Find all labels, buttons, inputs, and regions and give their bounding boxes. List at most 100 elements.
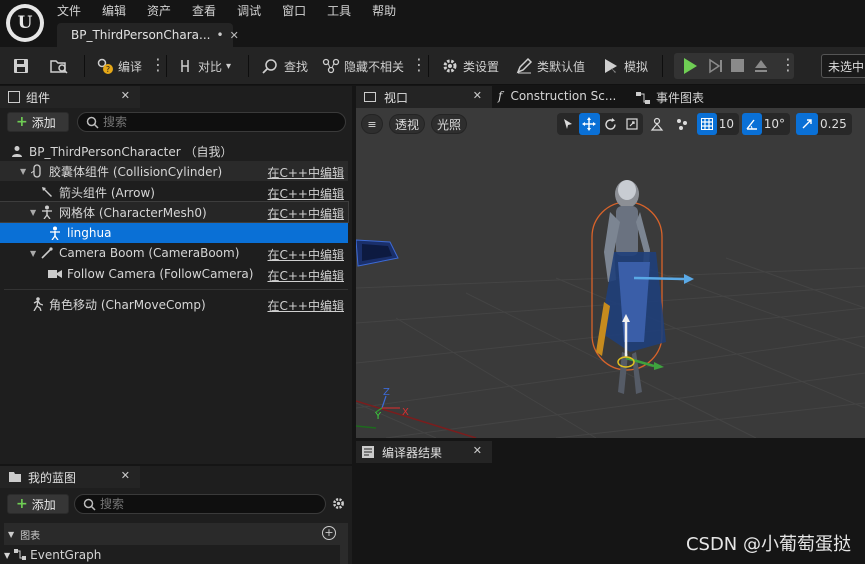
modified-indicator: • [216, 28, 224, 42]
my-blueprint-tab[interactable]: 我的蓝图 ✕ [0, 466, 140, 488]
component-search[interactable] [77, 112, 346, 132]
viewport-menu-button[interactable]: ≡ [361, 114, 383, 134]
search-input[interactable] [100, 497, 300, 511]
simulate-button[interactable]: 模拟 [602, 55, 648, 77]
class-defaults-button[interactable]: 类默认值 [515, 55, 585, 77]
expand-arrow-icon[interactable]: ▼ [4, 551, 10, 560]
browse-button[interactable] [50, 55, 72, 77]
select-tool-icon[interactable] [557, 113, 579, 135]
expand-arrow-icon[interactable]: ▼ [30, 249, 40, 258]
tree-root[interactable]: BP_ThirdPersonCharacter （自我） [0, 141, 348, 161]
rotation-snap-toggle[interactable]: 10° [742, 113, 790, 135]
compile-button[interactable]: ? 编译 [96, 55, 142, 77]
add-component-button[interactable]: + 添加 [7, 112, 69, 132]
search-input[interactable] [103, 115, 323, 129]
rotation-snap-value[interactable]: 10° [762, 117, 790, 131]
tree-item-follow-camera[interactable]: Follow Camera (FollowCamera) 在C++中编辑 [0, 264, 348, 284]
hide-unrelated-button[interactable]: 隐藏不相关 [322, 55, 404, 77]
tree-item-camera-boom[interactable]: ▼ Camera Boom (CameraBoom) 在C++中编辑 [0, 243, 348, 263]
expand-arrow-icon[interactable]: ▼ [20, 167, 30, 176]
pencil-icon [515, 57, 533, 75]
edit-in-cpp-link[interactable]: 在C++中编辑 [268, 185, 345, 202]
tab-construction-script[interactable]: f Construction Sc... [498, 89, 616, 103]
toolbar-divider [248, 55, 249, 77]
eject-icon[interactable] [753, 58, 769, 77]
expand-arrow-icon[interactable]: ▼ [30, 208, 40, 217]
gear-icon[interactable] [331, 496, 346, 514]
edit-in-cpp-link[interactable]: 在C++中编辑 [268, 267, 345, 284]
menu-window[interactable]: 窗口 [282, 2, 306, 19]
menu-help[interactable]: 帮助 [372, 2, 396, 19]
nodes-icon [322, 57, 340, 75]
tree-item-linghua[interactable]: linghua [0, 223, 348, 243]
grid-snap-value[interactable]: 10 [717, 117, 739, 131]
camera-mesh-icon[interactable] [356, 232, 404, 272]
close-panel-icon[interactable]: ✕ [121, 469, 130, 482]
surface-snap-icon[interactable] [671, 113, 693, 135]
world-space-icon[interactable] [646, 113, 668, 135]
edit-in-cpp-link[interactable]: 在C++中编辑 [268, 297, 345, 314]
compile-options-icon[interactable]: ⋮ [150, 55, 166, 75]
close-panel-icon[interactable]: ✕ [121, 89, 130, 102]
find-button[interactable]: 查找 [262, 55, 308, 77]
tab-viewport[interactable]: 视口 ✕ [356, 86, 492, 108]
search-icon [83, 498, 96, 511]
menu-debug[interactable]: 调试 [237, 2, 261, 19]
compiler-results-panel: 编译器结果 ✕ CSDN @小葡萄蛋挞 [356, 441, 865, 564]
perspective-button[interactable]: 透视 [389, 114, 425, 134]
tree-item-arrow[interactable]: 箭头组件 (Arrow) 在C++中编辑 [0, 182, 348, 202]
compile-label: 编译 [118, 59, 143, 74]
stop-icon[interactable] [731, 59, 744, 72]
components-panel: 组件 ✕ + 添加 BP_ThirdPersonCharacter （自我） ▼… [0, 86, 352, 464]
tree-item-label: 网格体 (CharacterMesh0) [59, 205, 207, 220]
components-tab-title: 组件 [26, 90, 51, 105]
play-options-icon[interactable]: ⋮ [780, 55, 796, 74]
scale-tool-icon[interactable] [622, 113, 644, 135]
add-member-button[interactable]: + 添加 [7, 494, 69, 514]
edit-in-cpp-link[interactable]: 在C++中编辑 [268, 164, 345, 181]
scale-snap-toggle[interactable]: 0.25 [796, 113, 852, 135]
menu-file[interactable]: 文件 [57, 2, 81, 19]
edit-in-cpp-link[interactable]: 在C++中编辑 [268, 205, 345, 222]
expand-arrow-icon[interactable]: ▼ [8, 530, 14, 539]
blueprint-search[interactable] [74, 494, 326, 514]
class-settings-label: 类设置 [463, 59, 500, 74]
list-item-event-graph[interactable]: ▼ EventGraph [4, 548, 101, 562]
components-tab[interactable]: 组件 ✕ [0, 86, 140, 108]
close-tab-icon[interactable]: ✕ [230, 29, 239, 42]
tree-item-char-move-comp[interactable]: 角色移动 (CharMoveComp) 在C++中编辑 [0, 294, 348, 314]
translate-tool-icon[interactable] [578, 113, 600, 135]
components-icon [8, 91, 20, 103]
close-tab-icon[interactable]: ✕ [473, 89, 482, 102]
scrollbar[interactable] [340, 523, 348, 564]
diff-button[interactable]: 对比 ▾ [176, 55, 231, 77]
save-button[interactable] [12, 55, 34, 77]
close-tab-icon[interactable]: ✕ [473, 444, 482, 457]
lit-button[interactable]: 光照 [431, 114, 467, 134]
viewport[interactable]: ≡ 透视 光照 10 10° 0.25 Z Y X [356, 108, 865, 438]
add-graph-icon[interactable]: + [322, 526, 336, 540]
edit-in-cpp-link[interactable]: 在C++中编辑 [268, 246, 345, 263]
tab-event-graph[interactable]: 事件图表 [636, 89, 704, 106]
class-settings-button[interactable]: 类设置 [441, 55, 499, 77]
compiler-icon [362, 446, 374, 458]
menu-view[interactable]: 查看 [192, 2, 216, 19]
step-icon[interactable] [708, 58, 724, 77]
more-options-icon[interactable]: ⋮ [411, 55, 427, 75]
rotate-tool-icon[interactable] [600, 113, 622, 135]
unreal-logo-icon[interactable]: U [6, 4, 44, 42]
debug-object-select[interactable]: 未选中 [821, 54, 865, 78]
asset-tab[interactable]: BP_ThirdPersonChara... • ✕ [57, 23, 239, 47]
section-graphs[interactable]: ▼ 图表 + [4, 523, 340, 545]
menu-asset[interactable]: 资产 [147, 2, 171, 19]
tree-item-character-mesh[interactable]: ▼ 网格体 (CharacterMesh0) 在C++中编辑 [0, 201, 349, 223]
play-icon[interactable] [682, 57, 698, 78]
grid-snap-toggle[interactable]: 10 [697, 113, 739, 135]
tree-item-collision-cylinder[interactable]: ▼ 胶囊体组件 (CollisionCylinder) 在C++中编辑 [0, 161, 348, 181]
scale-snap-value[interactable]: 0.25 [818, 117, 852, 131]
character-model[interactable] [574, 172, 694, 402]
asset-tab-title: BP_ThirdPersonChara... [71, 28, 211, 42]
menu-tools[interactable]: 工具 [327, 2, 351, 19]
tab-compiler-results[interactable]: 编译器结果 ✕ [356, 441, 492, 463]
menu-edit[interactable]: 编辑 [102, 2, 126, 19]
